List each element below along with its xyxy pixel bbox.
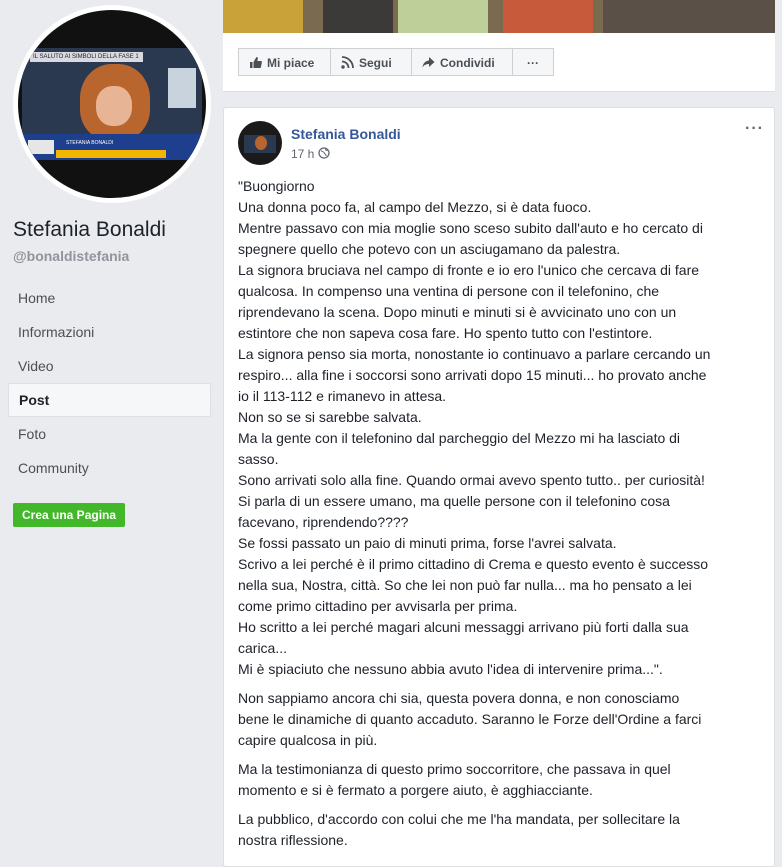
post-text: "Buongiorno Una donna poco fa, al campo … [238, 176, 758, 859]
post-line: Si parla di un essere umano, ma quelle p… [238, 493, 670, 509]
page-sidebar: IL SALUTO AI SIMBOLI DELLA FASE 1 STEFAN… [0, 0, 222, 850]
post-line: estintore che non sapeva cosa fare. Ho s… [238, 325, 653, 341]
post-paragraph: Ma la testimonianza di questo primo socc… [238, 759, 758, 801]
post-paragraph: La pubblico, d'accordo con colui che me … [238, 809, 758, 851]
cover-segment [603, 0, 775, 33]
nav-item-foto[interactable]: Foto [8, 417, 211, 451]
post-line: carica... [238, 640, 288, 656]
tv-banner-text: IL SALUTO AI SIMBOLI DELLA FASE 1 [30, 52, 143, 62]
page-handle[interactable]: @bonaldistefania [13, 248, 129, 264]
profile-picture[interactable]: IL SALUTO AI SIMBOLI DELLA FASE 1 STEFAN… [13, 5, 211, 203]
post-line: nostra riflessione. [238, 832, 348, 848]
post-line: Mi è spiaciuto che nessuno abbia avuto l… [238, 661, 663, 677]
post-line: riprendevano la scena. Dopo minuti e min… [238, 304, 677, 320]
post-line: momento e si è fermato a porgere aiuto, … [238, 782, 593, 798]
post-line: nella sua, Nostra, città. So che lei non… [238, 577, 692, 593]
post-line: La signora penso sia morta, nonostante i… [238, 346, 711, 362]
post-line: Ma la testimonianza di questo primo socc… [238, 761, 671, 777]
post-line: Se fossi passato un paio di minuti prima… [238, 535, 617, 551]
nav-item-home[interactable]: Home [8, 281, 211, 315]
post-line: spegnere quello che potevo con un asciug… [238, 241, 621, 257]
avatar-face [255, 136, 267, 150]
post-line: Sono arrivati solo alla fine. Quando orm… [238, 472, 705, 488]
cover-photo[interactable] [223, 0, 775, 33]
nav-item-community[interactable]: Community [8, 451, 211, 485]
post-line: Non so se si sarebbe salvata. [238, 409, 422, 425]
create-page-button[interactable]: Crea una Pagina [13, 503, 126, 527]
like-label: Mi piace [267, 56, 315, 70]
nav-item-informazioni[interactable]: Informazioni [8, 315, 211, 349]
tv-face [96, 86, 132, 126]
tv-name-text: STEFANIA BONALDI [66, 140, 114, 146]
post-line: bene le dinamiche di quanto accaduto. Sa… [238, 711, 702, 727]
page-title: Stefania Bonaldi [13, 218, 166, 241]
post-line: come primo cittadino per avvisarla per p… [238, 598, 518, 614]
nav-item-video[interactable]: Video [8, 349, 211, 383]
post-line: Scrivo a lei perché è il primo cittadino… [238, 556, 709, 572]
post-line: Una donna poco fa, al campo del Mezzo, s… [238, 199, 592, 215]
post-paragraph: Non sappiamo ancora chi sia, questa pove… [238, 688, 758, 751]
tv-ticker [56, 150, 166, 158]
post-line: respiro... alla fine i soccorsi sono arr… [238, 367, 707, 383]
post-line: facevano, riprendendo???? [238, 514, 409, 530]
tv-background-window [168, 68, 196, 108]
post-card: Stefania Bonaldi 17 h ··· "Buongiorno Un… [223, 107, 775, 867]
page-nav: Home Informazioni Video Post Foto Commun… [8, 281, 211, 485]
share-label: Condividi [440, 56, 495, 70]
post-line: Ma la gente con il telefonino dal parche… [238, 430, 681, 446]
post-line: Ho scritto a lei perché magari alcuni me… [238, 619, 689, 635]
post-line: "Buongiorno [238, 178, 315, 194]
post-meta: 17 h [291, 147, 331, 162]
share-button[interactable]: Condividi [411, 48, 513, 76]
post-author-avatar[interactable] [238, 121, 282, 165]
post-options-button[interactable]: ··· [745, 120, 764, 138]
post-quote: "Buongiorno Una donna poco fa, al campo … [238, 176, 758, 680]
post-line: capire qualcosa in più. [238, 732, 378, 748]
cover-segment [323, 0, 393, 33]
thumbs-up-icon [250, 57, 262, 68]
nav-item-post[interactable]: Post [8, 383, 211, 417]
share-arrow-icon [422, 57, 435, 68]
post-timestamp[interactable]: 17 h [291, 147, 314, 161]
post-line: La pubblico, d'accordo con colui che me … [238, 811, 680, 827]
post-line: Mentre passavo con mia moglie sono sceso… [238, 220, 703, 236]
follow-label: Segui [359, 56, 392, 70]
more-actions-button[interactable]: ··· [512, 48, 554, 76]
like-button[interactable]: Mi piace [238, 48, 331, 76]
post-line: La signora bruciava nel campo di fronte … [238, 262, 700, 278]
rss-icon [341, 56, 354, 69]
cover-segment [398, 0, 488, 33]
post-line: io il 113-112 e rimanevo in attesa. [238, 388, 447, 404]
tv-screenshot: IL SALUTO AI SIMBOLI DELLA FASE 1 STEFAN… [22, 48, 202, 160]
profile-photo: IL SALUTO AI SIMBOLI DELLA FASE 1 STEFAN… [18, 10, 206, 198]
cover-segment [503, 0, 593, 33]
more-icon: ··· [527, 56, 539, 70]
globe-icon[interactable] [318, 147, 331, 162]
follow-button[interactable]: Segui [330, 48, 412, 76]
post-author-name[interactable]: Stefania Bonaldi [291, 126, 401, 142]
page-actions-bar: Mi piace Segui Condividi ··· [223, 33, 775, 92]
post-line: sasso. [238, 451, 279, 467]
cover-segment [223, 0, 303, 33]
post-line: Non sappiamo ancora chi sia, questa pove… [238, 690, 680, 706]
tv-channel-logo [28, 140, 54, 154]
post-line: qualcosa. In compenso una ventina di per… [238, 283, 660, 299]
